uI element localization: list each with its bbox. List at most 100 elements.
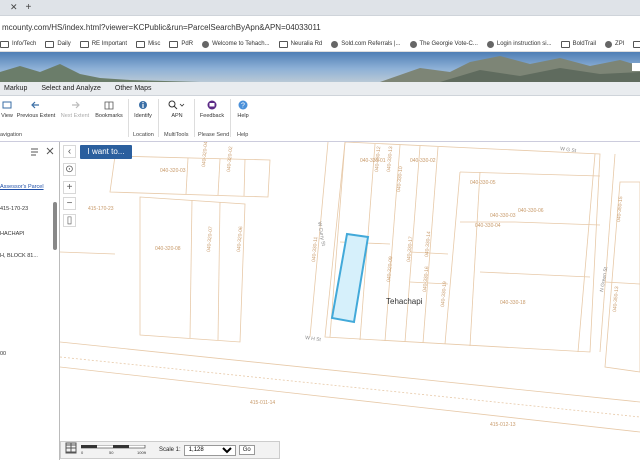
bookmark-item[interactable]: The Georgie Vote-C... [409,40,478,48]
group-label-help: Help [237,132,249,138]
group-label-please-send: Please Send [198,132,230,138]
go-button[interactable]: Go [238,445,255,455]
arrow-right-icon [70,100,80,110]
bookmark-label: RE Important [91,41,128,47]
group-label-navigation: avigation [0,132,23,138]
browser-tab-strip: ✕ + [0,0,640,16]
bookmark-label: Misc [148,41,161,47]
site-icon [331,40,339,48]
banner-toggle-icon[interactable] [632,63,640,71]
view-icon [2,100,12,110]
bookmark-item[interactable]: Daily [45,40,71,48]
collapse-panel-icon[interactable]: ‹ [63,145,76,158]
parcel-label: 040-320-03 [160,168,186,174]
folder-icon [0,40,9,48]
bookmark-item[interactable]: DOGE [633,40,640,48]
bookmark-item[interactable]: Neuralia Rd [278,40,323,48]
close-tab-icon[interactable]: ✕ [10,2,18,13]
bookmark-item[interactable]: Welcome to Tehach... [202,40,270,48]
ribbon-separator [158,99,159,137]
menu-item-other-maps[interactable]: Other Maps [115,85,152,92]
parcel-label: 040-320-04 [201,142,209,167]
group-label-multitools: MultiTools [164,132,189,138]
scale-bar-graphic: 0 50 100ft [81,445,147,455]
identify-button[interactable]: Identify [132,100,154,119]
scale-label: Scale 1: [159,447,181,453]
bookmark-item[interactable]: RE Important [79,40,128,48]
assessor-parcel-link[interactable]: Assessor's Parcel [0,184,44,190]
new-tab-icon[interactable]: + [26,2,32,13]
scale-tick-0: 0 [81,450,84,455]
street-label: N Green St [599,266,609,292]
folder-icon [560,40,570,48]
bookmark-item[interactable]: PdR [169,40,194,48]
svg-text:?: ? [241,103,245,110]
parcel-label: 040-320-08 [155,246,181,252]
parcel-label: 040-350-13 [612,286,620,312]
panel-scrollbar[interactable] [53,202,57,250]
parcel-label: 415-170-23 [88,206,114,212]
address-bar[interactable]: mcounty.com/HS/index.html?viewer=KCPubli… [0,17,640,37]
bookmarks-bar: Info/Tech Daily RE Important Misc PdR Welcome… [0,37,640,52]
bookmark-label: Neuralia Rd [290,41,323,47]
group-label-location: Location [133,132,154,138]
zoom-out-icon[interactable]: − [63,197,76,210]
parcel-label: 040-330-17 [406,236,414,262]
parcel-label: 415-012-13 [490,422,516,428]
folder-icon [169,40,179,48]
folder-icon [45,40,55,48]
help-icon: ? [238,100,248,110]
toolbar-ribbon: View Previous Extent Next Extent Bookmar… [0,96,640,142]
site-icon [486,40,494,48]
book-icon[interactable]: ▯ [63,214,76,227]
help-button[interactable]: ? Help [234,100,252,119]
parcel-label: 040-330-19 [440,281,448,307]
next-extent-button[interactable]: Next Extent [58,100,92,119]
legal-description-text: H, BLOCK 81... [0,253,38,259]
menu-bar: Markup Select and Analyze Other Maps [0,82,640,96]
street-label: W G St [560,146,577,154]
i-want-to-button[interactable]: I want to... [80,145,132,159]
url-text[interactable]: mcounty.com/HS/index.html?viewer=KCPubli… [2,23,321,32]
parcel-label: 040-330-12 [374,146,382,172]
parcel-label: 040-330-02 [410,158,436,164]
parcel-apn-text: 415-170-23 [0,206,29,212]
menu-item-select-and-analyze[interactable]: Select and Analyze [41,85,101,92]
bookmark-label: Sold.com Referrals |... [341,41,401,47]
view-button[interactable]: View [0,100,14,119]
bookmark-label: PdR [181,41,194,47]
map-view[interactable]: 040-330-01 040-330-02 040-320-04 040-320-03… [60,142,640,460]
feedback-icon [207,100,217,110]
parcel-label: 415-011-14 [250,400,275,406]
bookmark-item[interactable]: Misc [136,40,161,48]
bookmark-item[interactable]: Login instruction si... [486,40,552,48]
list-menu-icon[interactable] [31,148,38,156]
search-dropdown-icon [168,100,186,110]
scale-select[interactable]: 1,128 [183,444,236,456]
bookmark-item[interactable]: Info/Tech [0,40,36,48]
bookmark-item[interactable]: Sold.com Referrals |... [331,40,401,48]
apn-search-button[interactable]: APN [164,100,190,119]
menu-item-markup[interactable]: Markup [4,85,27,92]
value-text: 00 [0,351,7,357]
city-text: HACHAPI [0,231,25,237]
mountain-banner-image [0,56,640,82]
city-label-tehachapi: Tehachapi [386,297,423,306]
street-label: W H St [305,335,322,343]
folder-icon [79,40,89,48]
map-settings-icon[interactable] [65,442,77,454]
parcel-map-canvas[interactable]: 040-330-01 040-330-02 040-320-04 040-320-03… [60,142,640,460]
parcel-label: 040-330-13 [386,146,394,172]
bookmark-item[interactable]: ZPI [605,40,624,48]
previous-extent-button[interactable]: Previous Extent [16,100,56,119]
bookmarks-button[interactable]: Bookmarks [94,100,124,119]
zoom-in-icon[interactable]: + [63,181,76,194]
header-banner [0,52,640,82]
bookmark-item[interactable]: BoldTrail [560,40,596,48]
parcel-label: 040-320-09 [386,256,394,282]
parcel-label: 040-330-05 [470,180,496,186]
feedback-button[interactable]: Feedback [198,100,226,119]
folder-icon [278,40,288,48]
close-panel-icon[interactable] [46,147,54,155]
locate-icon[interactable]: ⊙ [63,163,76,176]
